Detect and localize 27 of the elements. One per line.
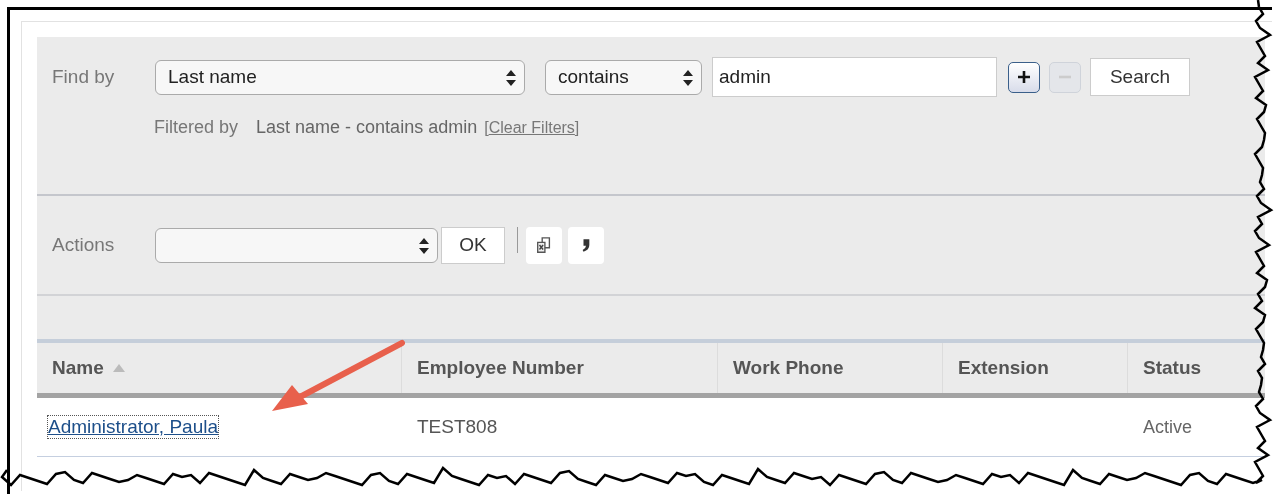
column-header[interactable]: Status <box>1128 343 1265 393</box>
spreadsheet-export-icon <box>535 236 553 254</box>
quote-mark-icon <box>581 236 591 254</box>
search-field[interactable]: admin <box>712 57 997 97</box>
quote-button[interactable] <box>568 226 604 264</box>
table-cell: TEST808 <box>417 416 498 438</box>
actions-label: Actions <box>52 234 116 256</box>
add-filter-button[interactable] <box>1008 61 1040 93</box>
operator-select[interactable]: contains <box>545 59 702 95</box>
export-button[interactable] <box>526 226 562 264</box>
search-button[interactable]: Search <box>1090 58 1190 96</box>
caret-icon <box>506 69 516 86</box>
filter-description: Last name - contains admin <box>256 117 478 138</box>
column-header[interactable]: Extension <box>943 343 1128 393</box>
ok-button[interactable]: OK <box>441 226 505 264</box>
filtered-by-label: Filtered by <box>154 117 239 138</box>
field-select[interactable]: Last name <box>155 59 525 95</box>
caret-icon <box>683 69 693 86</box>
column-header[interactable]: Employee Number <box>402 343 718 393</box>
plus-icon <box>1017 70 1031 84</box>
caret-icon <box>419 237 429 254</box>
clear-filters-link[interactable]: [Clear Filters] <box>484 119 580 137</box>
employee-name-link[interactable]: Administrator, Paula <box>48 416 219 438</box>
table-cell: Active <box>1143 416 1193 438</box>
sort-ascending-icon <box>112 364 125 372</box>
column-header[interactable]: Work Phone <box>718 343 943 393</box>
find-by-label: Find by <box>52 66 116 88</box>
